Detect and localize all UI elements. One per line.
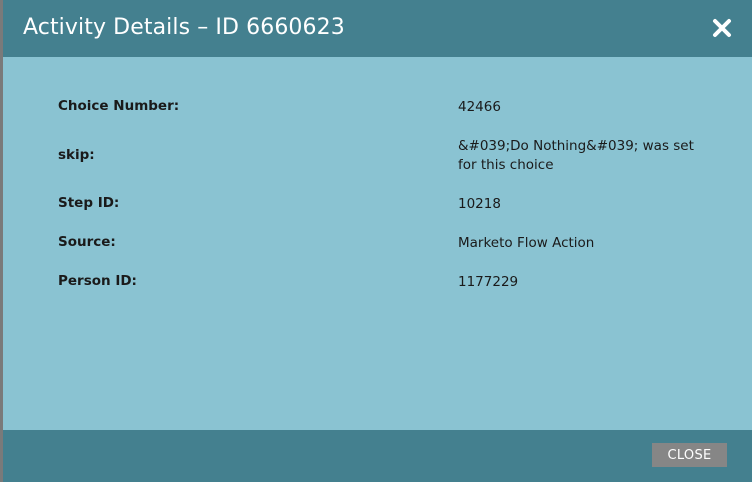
detail-value: &#039;Do Nothing&#039; was set for this …	[458, 138, 694, 173]
detail-label: Step ID:	[58, 195, 120, 211]
detail-value: Marketo Flow Action	[458, 235, 595, 251]
close-x-icon[interactable]	[710, 16, 734, 40]
detail-value: 1177229	[458, 274, 519, 290]
detail-value: 42466	[458, 99, 501, 115]
detail-value: 10218	[458, 196, 501, 212]
detail-label: Choice Number:	[58, 98, 180, 114]
dialog-header: Activity Details – ID 6660623	[3, 0, 752, 57]
detail-label: skip:	[58, 147, 95, 163]
dialog-title: Activity Details – ID 6660623	[23, 15, 345, 40]
details-content: Choice Number: 42466 skip: &#039;Do Noth…	[3, 57, 752, 430]
detail-label: Person ID:	[58, 273, 137, 289]
detail-label: Source:	[58, 234, 116, 250]
close-button[interactable]: CLOSE	[652, 443, 727, 467]
dialog-footer: CLOSE	[3, 430, 752, 482]
activity-details-dialog: Activity Details – ID 6660623 Choice Num…	[3, 0, 752, 482]
